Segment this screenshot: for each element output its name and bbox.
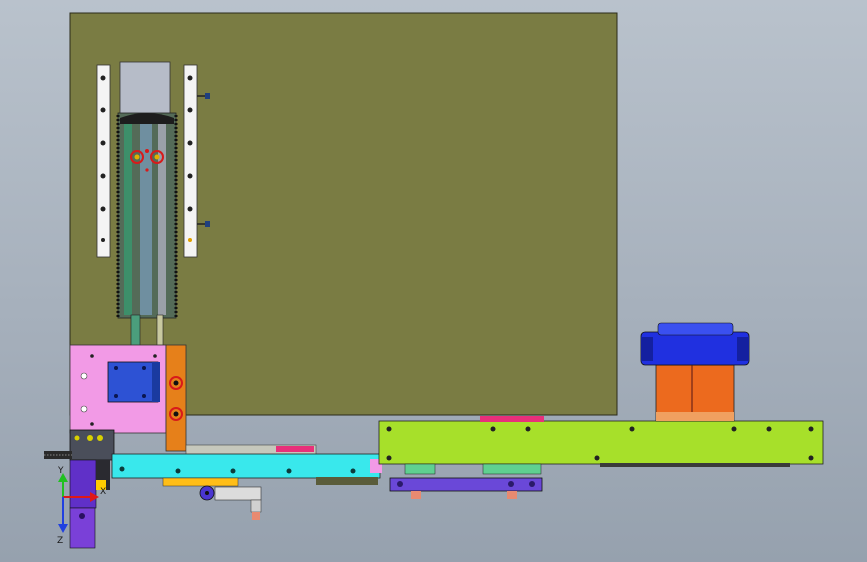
lime-base-plate [378,416,824,467]
green-pad-right [482,463,542,475]
cylinder-housing [119,61,171,118]
left-guide-rail [96,64,111,258]
magenta-tab [276,446,314,452]
cam-follower [199,485,262,520]
z-axis-label: Z [57,536,63,546]
motor-assembly [640,322,750,422]
purple-link-bar [389,477,543,499]
left-bracket [44,429,115,461]
bottom-purple-stack [69,459,110,549]
yellow-stop [162,477,239,487]
y-axis-label: Y [57,466,64,476]
slide-carriage [116,112,178,319]
dark-foot [316,477,378,485]
cyan-linear-rail [111,453,382,479]
orange-vertical-bar [165,344,187,452]
x-axis-label: X [100,487,106,497]
green-pad-left [404,463,436,475]
cad-viewport[interactable]: X Y Z [0,0,867,562]
blue-cylinder-block [107,361,160,403]
